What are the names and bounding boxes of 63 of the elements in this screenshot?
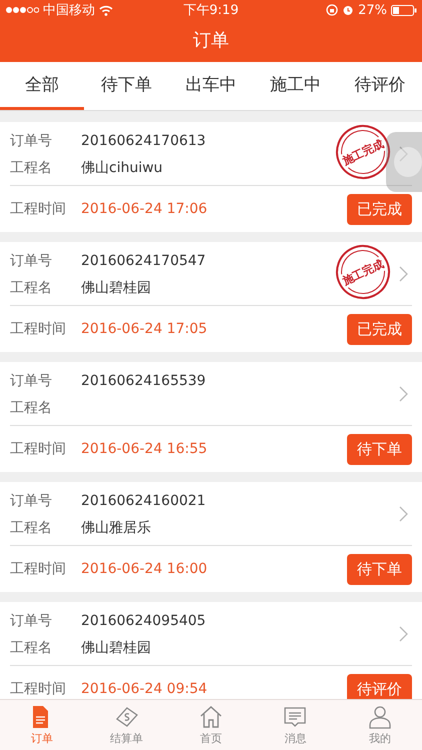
field-label: 订单号: [10, 492, 53, 510]
project-time: 2016-06-24 17:06: [81, 201, 208, 217]
status-button[interactable]: 已完成: [347, 314, 412, 344]
project-name: 佛山cihuiwu: [81, 158, 163, 176]
project-time: 2016-06-24 16:00: [81, 561, 208, 577]
field-label: 订单号: [10, 252, 53, 270]
project-name: 佛山碧桂园: [81, 638, 151, 656]
project-time: 2016-06-24 17:05: [81, 321, 208, 337]
order-card[interactable]: 订单号 20160624160021 工程名 佛山雅居乐 工程时间 2016-06-24 16:00 待下单: [0, 482, 422, 592]
field-label: 工程时间: [10, 440, 67, 458]
project-name: 佛山碧桂园: [81, 278, 151, 296]
order-number: 20160624170547: [81, 252, 206, 268]
signal-icon: [5, 6, 39, 14]
battery-icon: [390, 4, 417, 16]
filter-tab[interactable]: 全部: [0, 62, 84, 110]
battery-percent: 27%: [358, 2, 387, 18]
home-icon: [199, 704, 224, 728]
order-number: 20160624095405: [81, 612, 206, 628]
field-label: 订单号: [10, 372, 53, 390]
project-time: 2016-06-24 16:55: [81, 441, 208, 457]
chevron-right-icon: [399, 266, 408, 282]
order-number: 20160624170613: [81, 132, 206, 148]
field-label: 订单号: [10, 132, 53, 150]
order-number: 20160624165539: [81, 372, 206, 388]
field-label: 工程时间: [10, 200, 67, 218]
status-time: 下午9:19: [183, 2, 239, 19]
field-label: 订单号: [10, 612, 53, 630]
field-label: 工程名: [10, 158, 53, 176]
chevron-right-icon: [399, 506, 408, 522]
field-label: 工程时间: [10, 320, 67, 338]
filter-tab[interactable]: 出车中: [168, 62, 254, 110]
filter-tab[interactable]: 待下单: [84, 62, 169, 110]
order-card[interactable]: 订单号 20160624170613 工程名 佛山cihuiwu 施工完成 工程时间 2016-06-24 17:06 已完成: [0, 122, 422, 232]
project-name: 佛山雅居乐: [81, 518, 151, 536]
rotation-lock-icon: [326, 4, 338, 16]
message-icon: [283, 704, 308, 728]
alarm-icon: [342, 4, 354, 16]
status-button[interactable]: 待下单: [347, 554, 412, 584]
assistive-touch-button[interactable]: [386, 132, 422, 192]
chevron-right-icon: [399, 146, 408, 162]
wifi-icon: [99, 4, 113, 16]
status-button[interactable]: 已完成: [347, 194, 412, 224]
order-card[interactable]: 订单号 20160624170547 工程名 佛山碧桂园 施工完成 工程时间 2016-06-24 17:05 已完成: [0, 242, 422, 352]
status-button[interactable]: 待下单: [347, 434, 412, 464]
page-title: 订单: [192, 29, 230, 53]
person-icon: [368, 704, 392, 728]
filter-tab[interactable]: 待评价: [338, 62, 422, 110]
status-button[interactable]: 待评价: [347, 674, 412, 699]
project-time: 2016-06-24 09:54: [81, 681, 208, 697]
field-label: 工程时间: [10, 560, 67, 578]
field-label: 工程名: [10, 518, 53, 536]
chevron-right-icon: [399, 386, 408, 402]
chevron-right-icon: [399, 626, 408, 642]
field-label: 工程时间: [10, 680, 67, 698]
filter-tab[interactable]: 施工中: [253, 62, 338, 110]
carrier-name: 中国移动: [43, 2, 95, 19]
field-label: 工程名: [10, 398, 53, 416]
order-card[interactable]: 订单号 20160624095405 工程名 佛山碧桂园 工程时间 2016-06-24 09:54 待评价: [0, 602, 422, 699]
field-label: 工程名: [10, 638, 53, 656]
order-number: 20160624160021: [81, 492, 206, 508]
order-card[interactable]: 订单号 20160624165539 工程名 工程时间 2016-06-24 16:55 待下单: [0, 362, 422, 472]
field-label: 工程名: [10, 278, 53, 296]
banknote-icon: [114, 704, 139, 728]
